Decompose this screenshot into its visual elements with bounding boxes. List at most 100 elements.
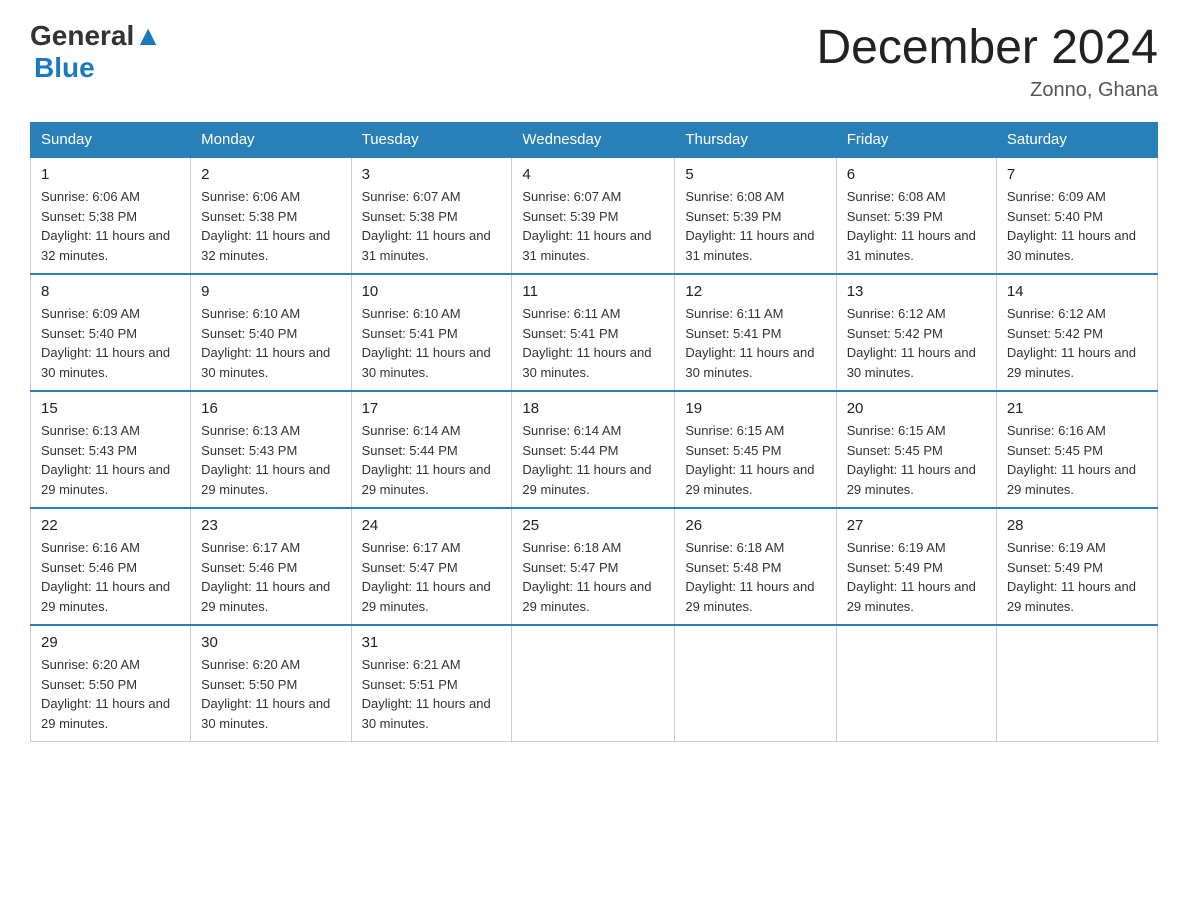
day-number: 1 [41,166,180,183]
calendar-week-row: 8 Sunrise: 6:09 AMSunset: 5:40 PMDayligh… [31,274,1158,391]
day-info: Sunrise: 6:10 AMSunset: 5:40 PMDaylight:… [201,306,330,380]
calendar-cell: 13 Sunrise: 6:12 AMSunset: 5:42 PMDaylig… [836,274,996,391]
day-info: Sunrise: 6:16 AMSunset: 5:45 PMDaylight:… [1007,423,1136,497]
day-number: 16 [201,400,340,417]
day-number: 26 [685,517,825,534]
calendar-cell: 17 Sunrise: 6:14 AMSunset: 5:44 PMDaylig… [351,391,512,508]
day-info: Sunrise: 6:11 AMSunset: 5:41 PMDaylight:… [522,306,651,380]
day-info: Sunrise: 6:09 AMSunset: 5:40 PMDaylight:… [1007,189,1136,263]
day-info: Sunrise: 6:17 AMSunset: 5:46 PMDaylight:… [201,540,330,614]
day-info: Sunrise: 6:20 AMSunset: 5:50 PMDaylight:… [41,657,170,731]
day-info: Sunrise: 6:20 AMSunset: 5:50 PMDaylight:… [201,657,330,731]
calendar-cell [996,625,1157,742]
calendar-cell: 21 Sunrise: 6:16 AMSunset: 5:45 PMDaylig… [996,391,1157,508]
title-area: December 2024 Zonno, Ghana [816,20,1158,102]
calendar-cell: 10 Sunrise: 6:10 AMSunset: 5:41 PMDaylig… [351,274,512,391]
day-info: Sunrise: 6:13 AMSunset: 5:43 PMDaylight:… [41,423,170,497]
day-number: 15 [41,400,180,417]
day-number: 29 [41,634,180,651]
calendar-cell: 2 Sunrise: 6:06 AMSunset: 5:38 PMDayligh… [191,157,351,274]
day-number: 9 [201,283,340,300]
calendar-table: SundayMondayTuesdayWednesdayThursdayFrid… [30,122,1158,742]
day-info: Sunrise: 6:10 AMSunset: 5:41 PMDaylight:… [362,306,491,380]
calendar-cell: 3 Sunrise: 6:07 AMSunset: 5:38 PMDayligh… [351,157,512,274]
logo-blue: Blue [34,52,95,83]
day-number: 18 [522,400,664,417]
calendar-cell: 23 Sunrise: 6:17 AMSunset: 5:46 PMDaylig… [191,508,351,625]
calendar-cell: 18 Sunrise: 6:14 AMSunset: 5:44 PMDaylig… [512,391,675,508]
day-info: Sunrise: 6:18 AMSunset: 5:48 PMDaylight:… [685,540,814,614]
day-number: 4 [522,166,664,183]
col-header-friday: Friday [836,123,996,158]
calendar-cell: 11 Sunrise: 6:11 AMSunset: 5:41 PMDaylig… [512,274,675,391]
day-number: 7 [1007,166,1147,183]
calendar-cell: 9 Sunrise: 6:10 AMSunset: 5:40 PMDayligh… [191,274,351,391]
col-header-tuesday: Tuesday [351,123,512,158]
day-info: Sunrise: 6:06 AMSunset: 5:38 PMDaylight:… [41,189,170,263]
calendar-cell: 31 Sunrise: 6:21 AMSunset: 5:51 PMDaylig… [351,625,512,742]
day-info: Sunrise: 6:15 AMSunset: 5:45 PMDaylight:… [847,423,976,497]
day-info: Sunrise: 6:19 AMSunset: 5:49 PMDaylight:… [1007,540,1136,614]
day-number: 8 [41,283,180,300]
day-info: Sunrise: 6:15 AMSunset: 5:45 PMDaylight:… [685,423,814,497]
day-number: 20 [847,400,986,417]
day-info: Sunrise: 6:06 AMSunset: 5:38 PMDaylight:… [201,189,330,263]
day-number: 23 [201,517,340,534]
day-info: Sunrise: 6:07 AMSunset: 5:38 PMDaylight:… [362,189,491,263]
calendar-cell: 12 Sunrise: 6:11 AMSunset: 5:41 PMDaylig… [675,274,836,391]
calendar-cell: 5 Sunrise: 6:08 AMSunset: 5:39 PMDayligh… [675,157,836,274]
day-info: Sunrise: 6:08 AMSunset: 5:39 PMDaylight:… [685,189,814,263]
day-number: 11 [522,283,664,300]
day-number: 21 [1007,400,1147,417]
logo-wordmark: General▲ Blue [30,20,162,84]
day-info: Sunrise: 6:13 AMSunset: 5:43 PMDaylight:… [201,423,330,497]
day-number: 10 [362,283,502,300]
day-number: 17 [362,400,502,417]
calendar-cell: 26 Sunrise: 6:18 AMSunset: 5:48 PMDaylig… [675,508,836,625]
page-header: General▲ Blue December 2024 Zonno, Ghana [30,20,1158,102]
day-number: 24 [362,517,502,534]
day-info: Sunrise: 6:16 AMSunset: 5:46 PMDaylight:… [41,540,170,614]
day-info: Sunrise: 6:18 AMSunset: 5:47 PMDaylight:… [522,540,651,614]
col-header-thursday: Thursday [675,123,836,158]
day-number: 19 [685,400,825,417]
col-header-sunday: Sunday [31,123,191,158]
calendar-week-row: 15 Sunrise: 6:13 AMSunset: 5:43 PMDaylig… [31,391,1158,508]
calendar-cell [675,625,836,742]
calendar-cell [836,625,996,742]
day-info: Sunrise: 6:19 AMSunset: 5:49 PMDaylight:… [847,540,976,614]
logo: General▲ Blue [30,20,162,84]
calendar-cell: 8 Sunrise: 6:09 AMSunset: 5:40 PMDayligh… [31,274,191,391]
calendar-cell: 16 Sunrise: 6:13 AMSunset: 5:43 PMDaylig… [191,391,351,508]
calendar-cell: 19 Sunrise: 6:15 AMSunset: 5:45 PMDaylig… [675,391,836,508]
day-number: 31 [362,634,502,651]
month-year-title: December 2024 [816,20,1158,75]
calendar-cell: 4 Sunrise: 6:07 AMSunset: 5:39 PMDayligh… [512,157,675,274]
day-info: Sunrise: 6:17 AMSunset: 5:47 PMDaylight:… [362,540,491,614]
col-header-monday: Monday [191,123,351,158]
calendar-cell: 7 Sunrise: 6:09 AMSunset: 5:40 PMDayligh… [996,157,1157,274]
day-info: Sunrise: 6:09 AMSunset: 5:40 PMDaylight:… [41,306,170,380]
day-number: 6 [847,166,986,183]
logo-triangle-icon: ▲ [134,20,162,51]
day-info: Sunrise: 6:07 AMSunset: 5:39 PMDaylight:… [522,189,651,263]
calendar-cell: 29 Sunrise: 6:20 AMSunset: 5:50 PMDaylig… [31,625,191,742]
calendar-cell: 25 Sunrise: 6:18 AMSunset: 5:47 PMDaylig… [512,508,675,625]
day-info: Sunrise: 6:12 AMSunset: 5:42 PMDaylight:… [1007,306,1136,380]
calendar-cell: 1 Sunrise: 6:06 AMSunset: 5:38 PMDayligh… [31,157,191,274]
calendar-cell: 15 Sunrise: 6:13 AMSunset: 5:43 PMDaylig… [31,391,191,508]
calendar-cell: 6 Sunrise: 6:08 AMSunset: 5:39 PMDayligh… [836,157,996,274]
calendar-week-row: 29 Sunrise: 6:20 AMSunset: 5:50 PMDaylig… [31,625,1158,742]
day-info: Sunrise: 6:14 AMSunset: 5:44 PMDaylight:… [362,423,491,497]
day-number: 28 [1007,517,1147,534]
calendar-cell: 24 Sunrise: 6:17 AMSunset: 5:47 PMDaylig… [351,508,512,625]
day-number: 25 [522,517,664,534]
day-number: 2 [201,166,340,183]
calendar-cell: 22 Sunrise: 6:16 AMSunset: 5:46 PMDaylig… [31,508,191,625]
day-number: 13 [847,283,986,300]
logo-general: General [30,20,134,51]
calendar-week-row: 1 Sunrise: 6:06 AMSunset: 5:38 PMDayligh… [31,157,1158,274]
calendar-week-row: 22 Sunrise: 6:16 AMSunset: 5:46 PMDaylig… [31,508,1158,625]
day-info: Sunrise: 6:12 AMSunset: 5:42 PMDaylight:… [847,306,976,380]
day-info: Sunrise: 6:14 AMSunset: 5:44 PMDaylight:… [522,423,651,497]
